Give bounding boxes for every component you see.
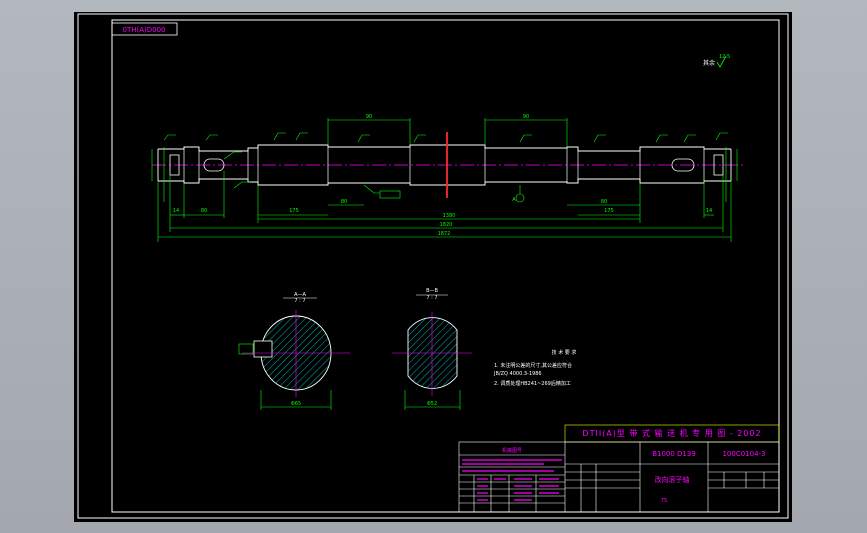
cad-viewport: 0TH(A)D000 其余 12.5 90 90 175 80 80 175 8…	[0, 0, 867, 533]
section-a-view: A—A 7 : 7 Φ65	[238, 292, 350, 410]
section-a-scale: 7 : 7	[294, 298, 305, 304]
section-b-dim: Φ52	[427, 401, 437, 407]
svg-text:14: 14	[706, 208, 712, 214]
shaft-main-view	[152, 132, 746, 198]
titleblock-table-header: 机械图号	[502, 447, 522, 454]
roughness-note: 其余	[703, 59, 715, 67]
center-length-label: 1380	[443, 213, 456, 219]
notes-line-2: JB/ZQ 4000.3-1986	[493, 371, 542, 377]
drawing-canvas: 0TH(A)D000 其余 12.5 90 90 175 80 80 175 8…	[74, 12, 792, 522]
svg-text:175: 175	[604, 208, 614, 214]
overall-length-label: 1872	[438, 231, 451, 237]
code-box-text: 0TH(A)D000	[123, 26, 166, 34]
outer-frame	[77, 13, 789, 519]
titleblock-sheet: 75	[661, 498, 667, 504]
titleblock-part-name: 改向滚子轴	[655, 475, 690, 484]
inner-frame	[111, 19, 780, 513]
shaft-outline-top	[158, 144, 731, 152]
svg-text:90: 90	[523, 114, 529, 120]
section-b-view: B—B 7 : 7 Φ52	[392, 288, 472, 410]
svg-text:80: 80	[201, 208, 207, 214]
title-block	[458, 424, 780, 513]
span-length-label: 1820	[440, 222, 453, 228]
technical-notes: 技 术 要 求 1. 未注明公差的尺寸,其公差应符合 JB/ZQ 4000.3-…	[493, 349, 576, 387]
titleblock-spec: B1000 D139	[652, 450, 696, 458]
section-b-label: B—B	[426, 288, 438, 294]
notes-line-1: 1. 未注明公差的尺寸,其公差应符合	[494, 362, 572, 369]
svg-text:80: 80	[601, 199, 607, 205]
svg-text:90: 90	[366, 114, 372, 120]
revision-rows	[462, 459, 562, 501]
svg-text:175: 175	[289, 208, 299, 214]
section-a-dim: Φ65	[291, 401, 301, 407]
dimension-labels: 90 90 175 80 80 175 80 14 14 1380 1820 1…	[173, 114, 712, 237]
titleblock-drawing-no: 100C0104-3	[722, 450, 765, 458]
section-b-scale: 7 : 7	[426, 295, 437, 301]
titleblock-series: DTII(A)型 带 式 输 送 机 专 用 图 - 2002	[582, 428, 761, 438]
notes-title: 技 术 要 求	[552, 349, 577, 356]
svg-text:80: 80	[341, 199, 347, 205]
roughness-value: 12.5	[719, 54, 730, 60]
section-mark-label: A	[512, 197, 516, 203]
svg-text:14: 14	[173, 208, 179, 214]
notes-line-3: 2. 调质处理HB241~269后精加工	[494, 380, 571, 387]
drawing-svg: 0TH(A)D000 其余 12.5 90 90 175 80 80 175 8…	[77, 13, 789, 519]
